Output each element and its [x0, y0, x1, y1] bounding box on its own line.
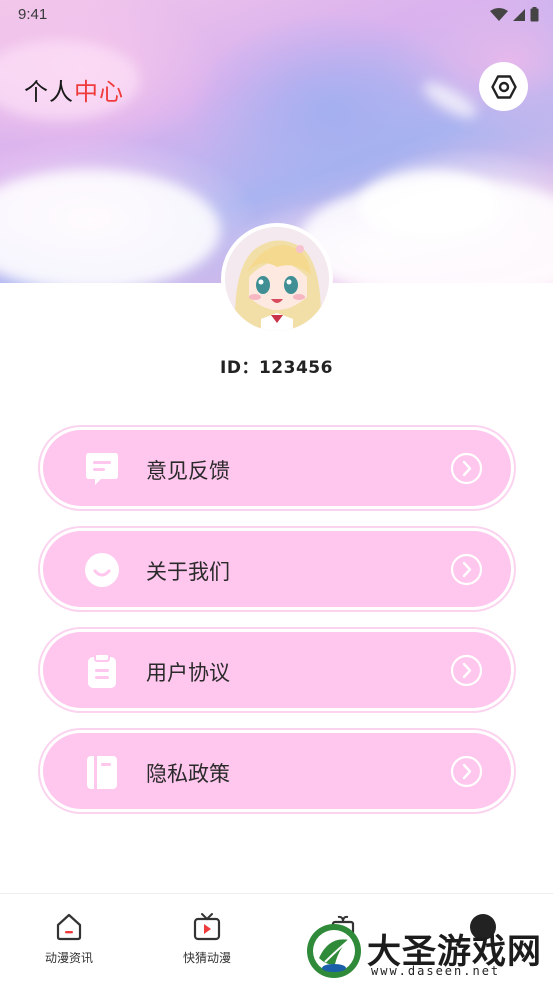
chevron-right-icon	[450, 755, 483, 788]
nav-item-news[interactable]: 动漫资讯	[29, 912, 109, 966]
battery-icon	[530, 7, 539, 22]
page-title: 个人中心	[24, 72, 124, 107]
tv-play-icon	[193, 913, 221, 941]
wifi-icon	[490, 7, 508, 21]
watermark-url: www.daseen.net	[371, 964, 501, 978]
menu-label-about: 关于我们	[146, 560, 230, 584]
settings-hexagon-icon	[490, 74, 517, 99]
status-bar: 9:41	[0, 0, 553, 30]
clipboard-icon	[88, 653, 116, 688]
home-icon	[56, 913, 82, 941]
page-title-accent: 中心	[74, 78, 124, 106]
menu-item-user-agreement[interactable]: 用户协议	[38, 627, 516, 713]
chevron-right-icon	[450, 553, 483, 586]
menu-item-privacy[interactable]: 隐私政策	[38, 728, 516, 814]
settings-button[interactable]	[479, 62, 528, 111]
avatar[interactable]	[221, 223, 333, 335]
menu-item-about[interactable]: 关于我们	[38, 526, 516, 612]
nav-label-guess: 快猜动漫	[182, 951, 231, 965]
watermark: 大圣游戏网 www.daseen.net	[305, 920, 553, 984]
user-id: ID：123456	[220, 358, 333, 378]
watermark-logo-icon	[307, 924, 361, 978]
menu-label-privacy: 隐私政策	[146, 762, 230, 786]
page-title-plain: 个人	[24, 78, 74, 106]
avatar-image	[225, 227, 329, 331]
menu-label-user-agreement: 用户协议	[146, 661, 230, 685]
status-time: 9:41	[18, 6, 48, 23]
nav-label-news: 动漫资讯	[44, 951, 93, 965]
smile-icon	[85, 553, 119, 587]
chevron-right-icon	[450, 452, 483, 485]
nav-item-guess[interactable]: 快猜动漫	[167, 912, 247, 966]
feedback-message-icon	[86, 453, 118, 485]
chevron-right-icon	[450, 654, 483, 687]
menu-label-feedback: 意见反馈	[146, 459, 230, 483]
menu-item-feedback[interactable]: 意见反馈	[38, 425, 516, 511]
notebook-icon	[87, 756, 117, 789]
signal-icon	[513, 8, 525, 21]
